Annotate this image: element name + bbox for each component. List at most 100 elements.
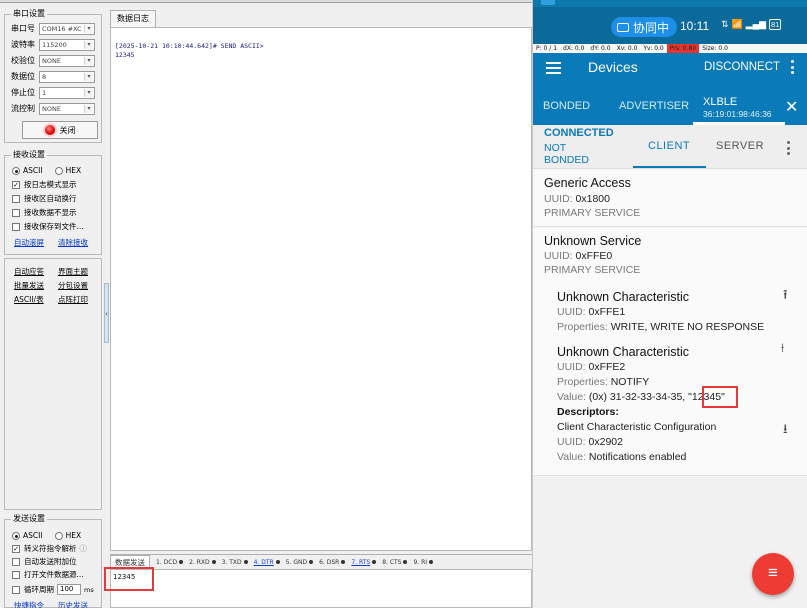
send-option-escape[interactable]: ✓ 转义符指令解析 ⓘ	[12, 544, 87, 554]
theme-button[interactable]: 界面主题	[58, 266, 88, 277]
characteristic-properties: Properties: WRITE, WRITE NO RESPONSE	[557, 321, 765, 333]
descriptor-uuid: UUID: 0x2902	[557, 436, 623, 448]
service-generic-access[interactable]: Generic Access UUID: 0x1800 PRIMARY SERV…	[533, 169, 807, 227]
auto-scroll-link[interactable]: 自动滚屏	[14, 237, 44, 248]
phone-screen: 协同中 10:11 ⇅ 📶 ▂▄▆ 81 P: 0 / 1 dX: 0.0 dY…	[532, 0, 807, 608]
panel-collapse-handle[interactable]: ‹	[104, 283, 109, 343]
checkbox-icon[interactable]	[12, 585, 20, 594]
serial-tool-window: 串口设置 串口号 COM16 #XC ▾ 波特率 115200 ▾ 校验位 NONE…	[0, 0, 532, 608]
receive-option-hide-data[interactable]: 接收数据不显示	[12, 208, 77, 218]
device-name: XLBLE	[703, 96, 738, 108]
bond-status: NOT	[544, 142, 567, 154]
port-row: 串口号 COM16 #XC ▾	[11, 22, 95, 35]
collab-pill[interactable]: 协同中	[611, 17, 678, 37]
cycle-period-input[interactable]: 100	[57, 584, 81, 595]
signal-dtr[interactable]: 4. DTR	[254, 559, 280, 566]
split-display-button[interactable]: 分包设置	[58, 280, 88, 291]
send-option-file-source[interactable]: 打开文件数据源...	[12, 570, 84, 580]
receive-log-area[interactable]: [2025-10-21 10:10:44.642]# SEND ASCII> 1…	[110, 27, 532, 551]
send-history-link[interactable]: 历史发送	[58, 600, 88, 608]
chevron-down-icon: ▾	[84, 40, 93, 49]
tab-device-xlble[interactable]: XLBLE 36:19:01:98:46:36	[703, 96, 772, 119]
clock: 10:11	[680, 19, 710, 33]
signal-rts[interactable]: 7. RTS	[351, 559, 377, 566]
signal-ri: 9. RI	[413, 559, 434, 566]
close-icon[interactable]: ✕	[785, 97, 798, 117]
send-option-append[interactable]: 自动发送附加位	[12, 557, 77, 567]
signal-led-icon	[309, 560, 314, 564]
chevron-down-icon: ▾	[84, 56, 93, 65]
highlight-box	[104, 567, 154, 591]
characteristic-uuid: UUID: 0xFFE1	[557, 306, 626, 318]
ascii-table-button[interactable]: ASCII/表	[14, 294, 44, 305]
bond-status: BONDED	[544, 154, 589, 166]
menu-icon[interactable]	[546, 62, 561, 74]
stopbits-select[interactable]: 1 ▾	[39, 86, 95, 99]
wifi-icon: 📶	[731, 19, 743, 29]
service-type: PRIMARY SERVICE	[544, 207, 641, 219]
page-title: Devices	[588, 59, 638, 75]
tab-client[interactable]: CLIENT	[648, 140, 690, 152]
app-bar: Devices DISCONNECT	[533, 53, 807, 83]
databits-select[interactable]: 8 ▾	[39, 70, 95, 83]
info-icon[interactable]: ⓘ	[80, 544, 88, 554]
send-option-cycle: 循环周期 100 ms	[12, 584, 94, 595]
receive-option-save-file[interactable]: 接收保存到文件...	[12, 222, 84, 232]
send-input-area[interactable]: 12345	[110, 569, 532, 608]
close-port-button[interactable]: 关闭	[22, 121, 98, 139]
databits-row: 数据位 8 ▾	[11, 70, 95, 83]
descriptor-value: Value: Notifications enabled	[557, 451, 687, 463]
signal-dcd: 1. DCD	[156, 559, 184, 566]
tab-server[interactable]: SERVER	[716, 140, 764, 152]
tab-bonded[interactable]: BONDED	[543, 100, 590, 112]
notifications-off-icon[interactable]: ⟊	[781, 340, 784, 356]
dot-print-button[interactable]: 点阵打印	[58, 294, 88, 305]
parity-select[interactable]: NONE ▾	[39, 54, 95, 67]
tab-data-log[interactable]: 数据日志	[110, 10, 156, 27]
signal-led-icon	[403, 560, 408, 564]
chevron-down-icon: ▾	[84, 72, 93, 81]
system-icons: ⇅ 📶 ▂▄▆ 81	[721, 19, 782, 30]
overflow-menu-icon[interactable]	[791, 60, 794, 77]
signal-led-icon	[429, 560, 434, 564]
pointer-location-bar: P: 0 / 1 dX: 0.0 dY: 0.0 Xv: 0.0 Yv: 0.0…	[533, 44, 807, 53]
receive-option-log-mode[interactable]: ✓ 按日志模式显示	[12, 180, 77, 190]
send-ascii-label: ASCII	[23, 531, 43, 540]
signal-icon: ▂▄▆	[745, 19, 766, 29]
signal-led-icon	[179, 560, 184, 564]
descriptor-name: Client Characteristic Configuration	[557, 421, 717, 433]
service-type: PRIMARY SERVICE	[544, 264, 641, 276]
send-ascii-radio[interactable]	[12, 532, 20, 540]
quick-command-link[interactable]: 快捷指令	[14, 600, 44, 608]
battery-icon: 81	[769, 19, 782, 30]
clear-receive-link[interactable]: 清除接收	[58, 237, 88, 248]
flow-select[interactable]: NONE ▾	[39, 102, 95, 115]
port-select[interactable]: COM16 #XC ▾	[39, 22, 95, 35]
tab-advertiser[interactable]: ADVERTISER	[619, 100, 689, 112]
disconnect-button[interactable]: DISCONNECT	[704, 61, 780, 73]
baud-select[interactable]: 115200 ▾	[39, 38, 95, 51]
checkbox-icon	[12, 571, 20, 579]
send-mode-row: ASCII HEX	[12, 531, 81, 541]
send-settings-title: 发送设置	[11, 514, 47, 524]
service-unknown[interactable]: Unknown Service UUID: 0xFFE0 PRIMARY SER…	[533, 228, 807, 476]
receive-ascii-radio[interactable]	[12, 167, 20, 175]
service-name: Generic Access	[544, 176, 631, 190]
receive-hex-radio[interactable]	[54, 167, 63, 175]
receive-option-auto-wrap[interactable]: 接收区自动换行	[12, 194, 77, 204]
read-download-icon[interactable]: ⭳	[783, 420, 788, 442]
receive-hex-label: HEX	[65, 166, 82, 175]
checkbox-icon	[12, 558, 20, 566]
log-line: 12345	[115, 51, 135, 59]
log-fab-button[interactable]: ≡	[752, 553, 794, 595]
tab-indicator	[633, 166, 706, 168]
send-hex-radio[interactable]	[54, 532, 63, 540]
batch-send-button[interactable]: 批量发送	[14, 280, 44, 291]
databits-label: 数据位	[11, 72, 35, 81]
service-uuid: UUID: 0xFFE0	[544, 250, 613, 262]
auto-reply-button[interactable]: 自动应答	[14, 266, 44, 277]
title-bar	[0, 0, 532, 3]
write-upload-icon[interactable]: ⭱	[783, 286, 788, 308]
parity-label: 校验位	[11, 56, 35, 65]
overflow-menu-icon[interactable]	[787, 141, 790, 158]
